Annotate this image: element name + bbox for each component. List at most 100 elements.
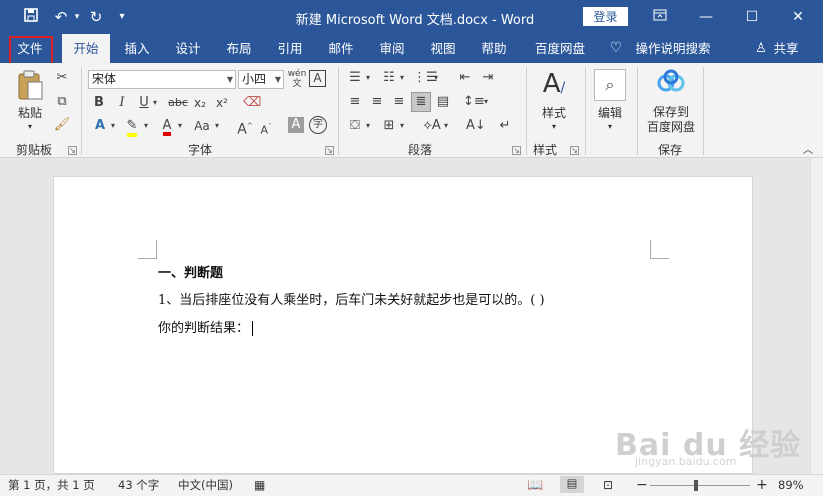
tab-layout[interactable]: 布局 (219, 34, 259, 63)
highlight-icon[interactable]: ✎ (122, 117, 142, 137)
tab-view[interactable]: 视图 (423, 34, 463, 63)
styles-gallery-icon[interactable]: A/ (538, 69, 570, 101)
multilevel-dropdown-icon[interactable]: ▾ (432, 69, 440, 87)
tab-help[interactable]: 帮助 (474, 34, 514, 63)
borders-dropdown-icon[interactable]: ▾ (398, 117, 406, 135)
numbering-dropdown-icon[interactable]: ▾ (398, 69, 406, 87)
clear-formatting-icon[interactable]: ⌫ (243, 94, 261, 112)
qat-customize-icon[interactable]: ▾ (115, 7, 129, 27)
character-shading-icon[interactable]: A (288, 117, 304, 133)
character-border-icon[interactable]: A (309, 70, 326, 87)
italic-button[interactable]: I (115, 94, 129, 112)
tab-mailings[interactable]: 邮件 (321, 34, 361, 63)
vertical-scrollbar[interactable] (810, 158, 823, 474)
phonetic-guide-icon[interactable]: wén 文 (287, 69, 307, 89)
clipboard-dialog-launcher-icon[interactable]: ↘ (68, 146, 77, 155)
undo-icon[interactable]: ↶ (50, 7, 72, 27)
shading-dropdown-icon[interactable]: ▾ (364, 117, 372, 135)
sort-icon[interactable]: A↓ (466, 117, 486, 135)
login-button[interactable]: 登录 (583, 7, 628, 26)
font-color-dropdown-icon[interactable]: ▾ (176, 117, 184, 135)
share-button[interactable]: 共享 (770, 34, 802, 63)
ribbon-display-options-icon[interactable] (638, 4, 682, 30)
undo-dropdown-icon[interactable]: ▾ (72, 7, 82, 27)
tell-me-search[interactable]: 操作说明搜索 (632, 34, 714, 63)
underline-dropdown-icon[interactable]: ▾ (151, 94, 159, 112)
shrink-font-button[interactable]: Aˇ (258, 118, 274, 140)
paragraph-dialog-launcher-icon[interactable]: ↘ (512, 146, 521, 155)
font-color-icon[interactable]: A (157, 117, 177, 136)
language-indicator[interactable]: 中文(中国) (178, 478, 233, 493)
strikethrough-button[interactable]: abc (167, 94, 189, 112)
editing-dropdown-icon[interactable]: ▾ (602, 119, 618, 135)
chinese-layout-icon[interactable]: ⟡A (422, 117, 442, 135)
zoom-level[interactable]: 89% (778, 478, 804, 493)
format-painter-icon[interactable]: 🖌 (53, 116, 71, 134)
line-spacing-icon[interactable]: ↕≡ (463, 93, 485, 111)
bullets-icon[interactable]: ☰ (346, 69, 364, 87)
font-dialog-launcher-icon[interactable]: ↘ (325, 146, 334, 155)
tab-insert[interactable]: 插入 (117, 34, 157, 63)
grow-font-button[interactable]: A^ (236, 117, 254, 139)
enclose-characters-icon[interactable]: 字 (309, 116, 327, 134)
chevron-down-icon[interactable]: ▼ (227, 71, 233, 88)
read-mode-icon[interactable]: 📖 (527, 478, 543, 493)
align-left-icon[interactable]: ≡ (346, 93, 364, 111)
distributed-icon[interactable]: ▤ (434, 93, 452, 111)
superscript-button[interactable]: x² (214, 94, 230, 112)
decrease-indent-icon[interactable]: ⇤ (456, 69, 474, 87)
zoom-in-button[interactable]: + (756, 478, 768, 493)
tab-review[interactable]: 审阅 (372, 34, 412, 63)
document-answer-line[interactable]: 你的判断结果： (158, 317, 254, 336)
shading-icon[interactable]: ⛋ (346, 117, 364, 135)
change-case-button[interactable]: Aa (191, 117, 213, 135)
tab-home[interactable]: 开始 (62, 34, 110, 63)
copy-icon[interactable]: ⧉ (53, 93, 71, 111)
font-size-combo[interactable]: 小四 ▼ (238, 70, 284, 89)
paste-icon[interactable] (14, 69, 46, 101)
find-magnifier-icon[interactable]: ⌕ (594, 69, 626, 101)
close-button[interactable]: ✕ (776, 4, 820, 30)
highlight-dropdown-icon[interactable]: ▾ (142, 117, 150, 135)
save-to-baidu-button[interactable]: 保存到 百度网盘 (642, 105, 700, 135)
increase-indent-icon[interactable]: ⇥ (479, 69, 497, 87)
collapse-ribbon-icon[interactable]: ︿ (800, 143, 816, 159)
borders-icon[interactable]: ⊞ (380, 117, 398, 135)
word-count[interactable]: 43 个字 (118, 478, 159, 493)
cut-icon[interactable]: ✂ (53, 69, 71, 87)
chevron-down-icon[interactable]: ▼ (275, 71, 281, 88)
text-effects-dropdown-icon[interactable]: ▾ (109, 117, 117, 135)
multilevel-list-icon[interactable]: ⋮☰ (413, 69, 438, 87)
subscript-button[interactable]: x₂ (192, 94, 208, 112)
justify-icon[interactable]: ≣ (411, 92, 431, 112)
zoom-slider-thumb[interactable] (694, 480, 698, 491)
baidu-netdisk-cloud-icon[interactable] (656, 69, 686, 97)
numbering-icon[interactable]: ☷ (380, 69, 398, 87)
text-effects-icon[interactable]: A (90, 117, 110, 135)
styles-dropdown-icon[interactable]: ▾ (546, 119, 562, 135)
page-count[interactable]: 第 1 页，共 1 页 (8, 478, 95, 493)
tab-baidu-netdisk[interactable]: 百度网盘 (527, 34, 593, 63)
tab-references[interactable]: 引用 (270, 34, 310, 63)
align-right-icon[interactable]: ≡ (390, 93, 408, 111)
web-layout-icon[interactable]: ⊡ (603, 478, 613, 493)
line-spacing-dropdown-icon[interactable]: ▾ (482, 93, 490, 111)
macro-record-icon[interactable]: ▦ (254, 478, 265, 493)
minimize-button[interactable]: — (684, 4, 728, 30)
underline-button[interactable]: U (137, 94, 151, 112)
maximize-button[interactable]: ☐ (730, 4, 774, 30)
bullets-dropdown-icon[interactable]: ▾ (364, 69, 372, 87)
zoom-slider-track[interactable] (650, 485, 750, 486)
change-case-dropdown-icon[interactable]: ▾ (213, 117, 221, 135)
chinese-layout-dropdown-icon[interactable]: ▾ (442, 117, 450, 135)
align-center-icon[interactable]: ≡ (368, 93, 386, 111)
save-icon[interactable] (20, 7, 42, 28)
styles-dialog-launcher-icon[interactable]: ↘ (570, 146, 579, 155)
bold-button[interactable]: B (92, 94, 106, 112)
zoom-out-button[interactable]: − (636, 478, 648, 493)
font-name-combo[interactable]: 宋体 ▼ (88, 70, 236, 89)
tab-design[interactable]: 设计 (168, 34, 208, 63)
show-formatting-marks-icon[interactable]: ↵ (496, 117, 514, 135)
paste-dropdown-icon[interactable]: ▾ (22, 119, 38, 135)
print-layout-icon[interactable]: ▤ (560, 476, 584, 493)
